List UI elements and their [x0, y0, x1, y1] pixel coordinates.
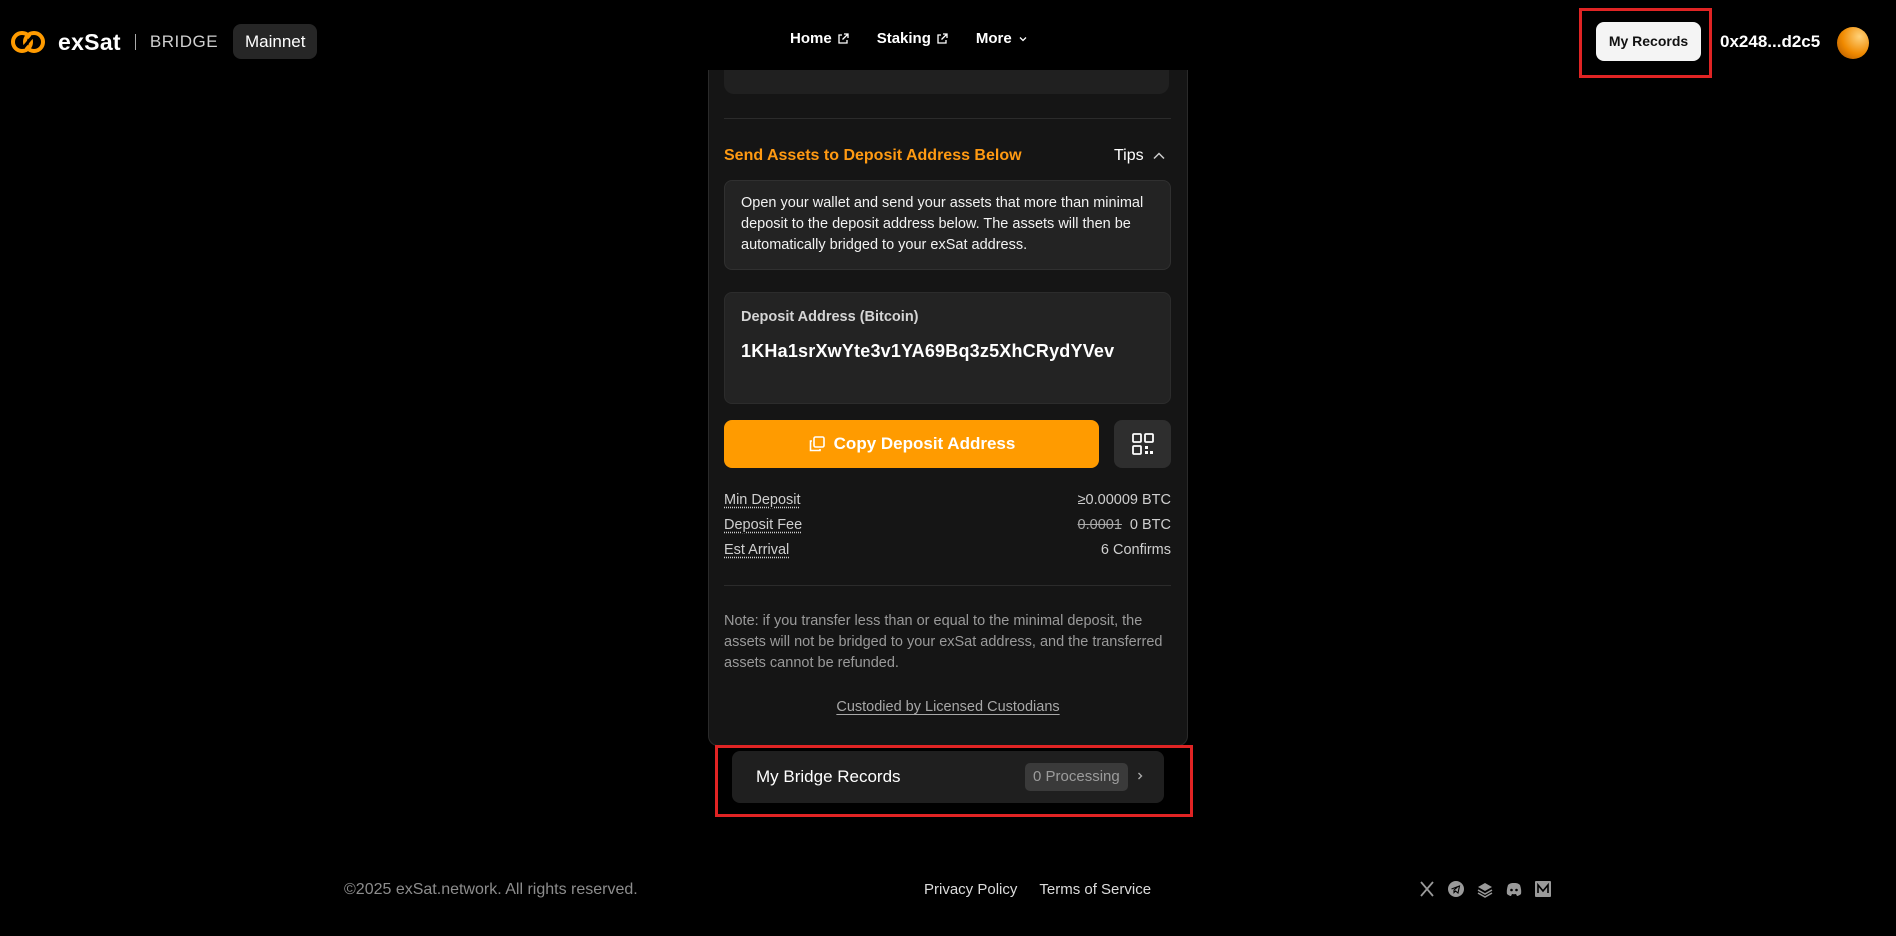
external-link-icon [937, 32, 948, 44]
deposit-address-label: Deposit Address (Bitcoin) [741, 309, 919, 325]
brand-logo[interactable]: exSat BRIDGE [10, 26, 218, 58]
custodian-link[interactable]: Custodied by Licensed Custodians [708, 699, 1188, 715]
bridge-records-label: My Bridge Records [756, 767, 901, 786]
deposit-fee-old: 0.0001 [1077, 517, 1122, 533]
my-records-button[interactable]: My Records [1596, 22, 1701, 61]
min-deposit-value: ≥0.00009 BTC [1077, 492, 1171, 508]
est-arrival-row: Est Arrival 6 Confirms [724, 542, 1171, 558]
info-divider [724, 585, 1171, 586]
tip-text: Open your wallet and send your assets th… [724, 180, 1171, 270]
copy-icon [809, 436, 825, 452]
brand-name: exSat [58, 28, 121, 55]
card-divider [724, 118, 1171, 119]
copy-deposit-address-button[interactable]: Copy Deposit Address [724, 420, 1099, 468]
deposit-fee-value: 0 BTC [1129, 517, 1171, 533]
product-name: BRIDGE [149, 32, 219, 51]
qr-code-button[interactable] [1114, 420, 1171, 468]
min-deposit-label: Min Deposit [724, 492, 801, 508]
chevron-up-icon [1153, 152, 1165, 160]
deposit-address-value[interactable]: 1KHa1srXwYte3v1YA69Bq3z5XhCRydYVev [741, 341, 1114, 362]
nav-home-label: Home [790, 30, 832, 47]
nav-staking-label: Staking [876, 30, 931, 47]
main-nav: Home Staking More [790, 30, 1029, 47]
deposit-fee-row: Deposit Fee 0.0001 0 BTC [724, 517, 1171, 533]
my-bridge-records-button[interactable]: My Bridge Records 0 Processing [732, 751, 1164, 803]
telegram-icon[interactable] [1447, 880, 1465, 898]
chevron-down-icon [1019, 36, 1027, 41]
processing-badge: 0 Processing [1025, 763, 1128, 791]
copyright-text: ©2025 exSat.network. All rights reserved… [344, 881, 638, 898]
est-arrival-value: 6 Confirms [1100, 542, 1171, 558]
nav-home[interactable]: Home [790, 30, 849, 47]
deposit-note: Note: if you transfer less than or equal… [724, 613, 1163, 671]
chevron-right-icon [1138, 772, 1143, 780]
brand-separator [134, 34, 136, 50]
est-arrival-label: Est Arrival [724, 542, 790, 558]
social-links [1418, 880, 1552, 898]
footer-links: Privacy Policy Terms of Service [924, 881, 1151, 898]
card-top-field [724, 70, 1169, 94]
deposit-fee-values: 0.0001 0 BTC [1078, 517, 1171, 533]
nav-staking[interactable]: Staking [877, 30, 948, 47]
discord-icon[interactable] [1505, 880, 1523, 898]
min-deposit-row: Min Deposit ≥0.00009 BTC [724, 492, 1171, 508]
wallet-address[interactable]: 0x248...d2c5 [1720, 32, 1820, 52]
x-icon[interactable] [1418, 880, 1436, 898]
tips-toggle[interactable]: Tips [1114, 147, 1166, 165]
copy-button-label: Copy Deposit Address [833, 434, 1016, 453]
medium-icon[interactable] [1534, 880, 1552, 898]
deposit-section-title: Send Assets to Deposit Address Below [724, 147, 1022, 164]
terms-of-service-link[interactable]: Terms of Service [1039, 881, 1151, 898]
gitbook-icon[interactable] [1476, 880, 1494, 898]
qr-code-icon [1131, 433, 1154, 455]
deposit-fee-label: Deposit Fee [724, 517, 803, 533]
wallet-avatar[interactable] [1837, 27, 1869, 59]
nav-more[interactable]: More [976, 30, 1029, 47]
exsat-logo-icon [11, 31, 45, 53]
nav-more-label: More [975, 30, 1012, 47]
external-link-icon [838, 32, 849, 44]
privacy-policy-link[interactable]: Privacy Policy [924, 881, 1017, 898]
network-selector[interactable]: Mainnet [233, 24, 318, 59]
tips-label: Tips [1114, 147, 1144, 164]
deposit-address-box: Deposit Address (Bitcoin) 1KHa1srXwYte3v… [724, 292, 1171, 404]
